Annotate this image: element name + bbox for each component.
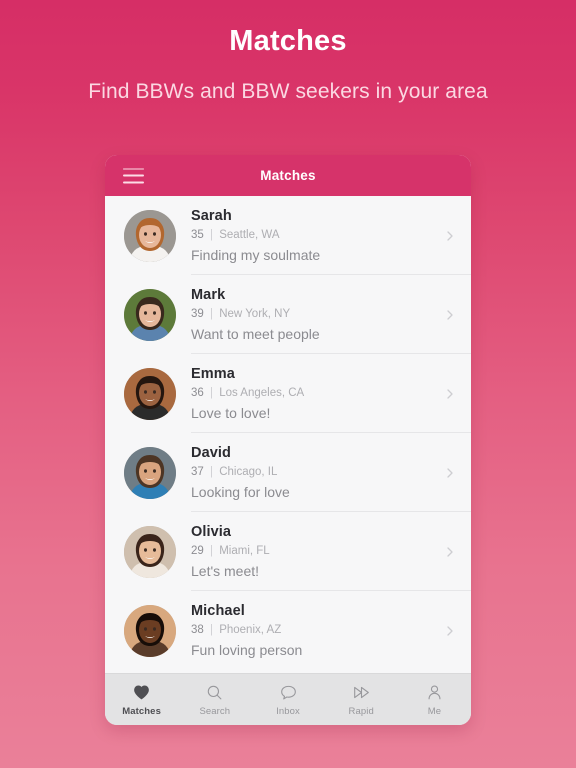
match-location: Miami, FL [219,545,270,558]
match-row[interactable]: Olivia 29 | Miami, FL Let's meet! [105,512,471,591]
match-location: Phoenix, AZ [219,624,282,637]
match-name: David [191,445,231,461]
match-info: David 37 | Chicago, IL Looking for love [191,444,435,501]
match-row[interactable]: Michael 38 | Phoenix, AZ Fun loving pers… [105,591,471,670]
match-age: 39 [191,308,204,321]
match-age: 36 [191,387,204,400]
nav-item-label: Search [199,705,231,717]
avatar-sarah[interactable] [124,209,176,262]
match-tagline: Looking for love [191,483,290,500]
nav-item-label: Matches [122,705,161,717]
app-bar-title: Matches [260,168,316,183]
heart-icon [133,683,150,703]
match-meta-separator: | [210,308,213,321]
match-location: Seattle, WA [219,229,280,242]
match-meta: 38 | Phoenix, AZ [191,623,435,637]
nav-item-search[interactable]: Search [178,683,251,717]
phone-mockup: Matches Sarah 35 | Seattle, WA Finding m… [105,155,471,725]
match-name: Olivia [191,524,232,540]
chevron-right-icon[interactable] [443,466,457,480]
match-tagline: Finding my soulmate [191,246,321,263]
hamburger-menu-icon[interactable] [123,168,144,183]
match-row[interactable]: Emma 36 | Los Angeles, CA Love to love! [105,354,471,433]
match-age: 35 [191,229,204,242]
match-name: Sarah [191,208,232,224]
nav-item-rapid[interactable]: Rapid [325,683,398,717]
match-age: 29 [191,545,204,558]
match-info: Michael 38 | Phoenix, AZ Fun loving pers… [191,602,435,659]
promo-subtitle: Find BBWs and BBW seekers in your area [88,79,488,103]
match-info: Emma 36 | Los Angeles, CA Love to love! [191,365,435,422]
avatar-david[interactable] [124,446,176,499]
bottom-navigation: Matches Search Inbox Rapid Me [105,673,471,725]
match-age: 38 [191,624,204,637]
nav-item-me[interactable]: Me [398,683,471,717]
app-bar: Matches [105,155,471,196]
match-meta: 39 | New York, NY [191,307,435,321]
match-name: Emma [191,366,235,382]
nav-item-label: Me [427,705,442,717]
match-meta-separator: | [210,466,213,479]
match-location: New York, NY [219,308,291,321]
match-age: 37 [191,466,204,479]
chevron-right-icon[interactable] [443,308,457,322]
match-meta-separator: | [210,387,213,400]
nav-item-matches[interactable]: Matches [105,683,178,717]
search-icon [206,683,223,703]
match-tagline: Want to meet people [191,325,320,342]
promo-header: Matches Find BBWs and BBW seekers in you… [0,0,576,107]
match-location: Los Angeles, CA [219,387,305,400]
match-info: Sarah 35 | Seattle, WA Finding my soulma… [191,207,435,264]
match-row[interactable]: Sarah 35 | Seattle, WA Finding my soulma… [105,196,471,275]
chevron-right-icon[interactable] [443,229,457,243]
chevron-right-icon[interactable] [443,387,457,401]
match-row[interactable]: Mark 39 | New York, NY Want to meet peop… [105,275,471,354]
match-tagline: Let's meet! [191,562,260,579]
avatar-michael[interactable] [124,604,176,657]
match-meta: 29 | Miami, FL [191,544,435,558]
match-tagline: Fun loving person [191,641,303,658]
match-meta-separator: | [210,624,213,637]
match-name: Michael [191,603,245,619]
matches-list: Sarah 35 | Seattle, WA Finding my soulma… [105,196,471,673]
match-info: Mark 39 | New York, NY Want to meet peop… [191,286,435,343]
match-info: Olivia 29 | Miami, FL Let's meet! [191,523,435,580]
nav-item-inbox[interactable]: Inbox [251,683,324,717]
promo-title: Matches [229,25,347,57]
nav-item-label: Inbox [276,705,300,717]
match-meta-separator: | [210,545,213,558]
avatar-emma[interactable] [124,367,176,420]
nav-item-label: Rapid [348,705,374,717]
chevron-right-icon[interactable] [443,624,457,638]
avatar-olivia[interactable] [124,525,176,578]
match-meta: 36 | Los Angeles, CA [191,386,435,400]
avatar-mark[interactable] [124,288,176,341]
speech-bubble-icon [280,683,297,703]
match-row[interactable]: David 37 | Chicago, IL Looking for love [105,433,471,512]
match-name: Mark [191,287,226,303]
person-icon [426,683,443,703]
match-meta: 37 | Chicago, IL [191,465,435,479]
match-meta-separator: | [210,229,213,242]
match-tagline: Love to love! [191,404,271,421]
chevron-right-icon[interactable] [443,545,457,559]
double-chevron-icon [352,683,371,703]
match-meta: 35 | Seattle, WA [191,228,435,242]
match-location: Chicago, IL [219,466,278,479]
